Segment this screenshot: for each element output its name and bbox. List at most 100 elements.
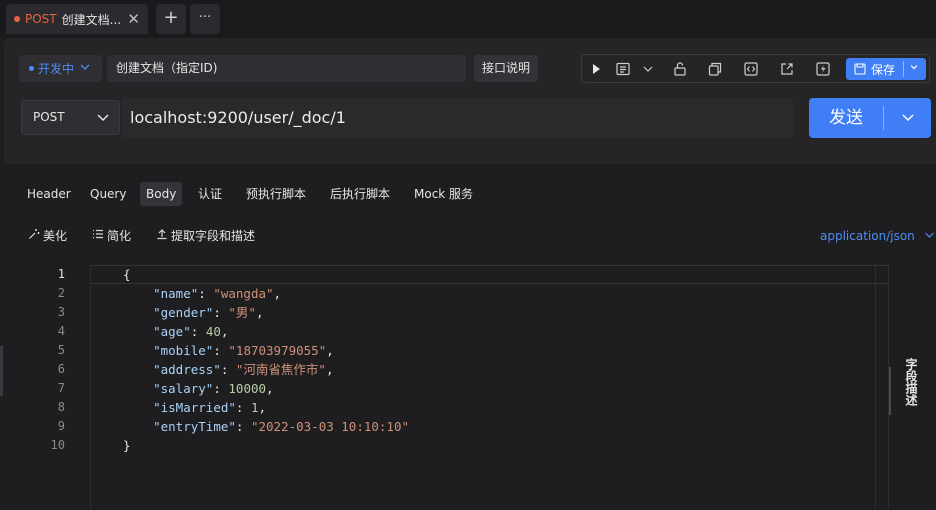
tab-title: 创建文档... [61, 12, 122, 27]
line-number-gutter: 1 2 3 4 5 6 7 8 9 10 [0, 264, 90, 510]
line-number: 10 [50, 438, 65, 452]
chevron-down-icon [96, 101, 110, 147]
tab-post-script[interactable]: 后执行脚本 [324, 182, 396, 206]
status-select[interactable]: 开发中 [19, 55, 102, 82]
extract-fields-button[interactable]: 提取字段和描述 [156, 226, 255, 246]
tab-pre-script[interactable]: 预执行脚本 [240, 182, 312, 206]
json-punctuation: , [258, 400, 267, 415]
json-key: "entryTime" [153, 419, 236, 434]
code-line: "age": 40, [123, 322, 228, 341]
editor-scrollbar[interactable] [875, 264, 889, 510]
tab-body[interactable]: Body [140, 182, 183, 206]
json-key: "gender" [153, 305, 214, 320]
request-toolbar: 保存 [581, 54, 930, 83]
chevron-down-icon[interactable] [640, 61, 656, 77]
json-punctuation: } [123, 438, 131, 453]
json-punctuation: , [326, 343, 334, 358]
code-line: } [123, 436, 131, 455]
status-dot-icon [29, 66, 34, 71]
method-select[interactable]: POST [21, 100, 120, 135]
save-icon [854, 63, 866, 75]
send-button[interactable]: 发送 [809, 98, 931, 138]
unlock-icon[interactable] [672, 61, 688, 77]
json-string: "男" [228, 305, 256, 320]
run-icon[interactable] [588, 61, 604, 77]
json-key: "address" [153, 362, 221, 377]
json-key: "mobile" [153, 343, 214, 358]
tab-auth[interactable]: 认证 [192, 182, 228, 206]
send-dropdown-chevron-icon[interactable] [901, 98, 915, 154]
simplify-label: 简化 [107, 229, 132, 243]
tab-query[interactable]: Query [84, 182, 132, 206]
json-number: 10000 [228, 381, 267, 396]
left-resize-handle[interactable] [0, 346, 3, 396]
share-icon[interactable] [779, 61, 795, 77]
line-number: 7 [57, 381, 65, 395]
url-input[interactable]: localhost:9200/user/_doc/1 [122, 98, 793, 138]
simplify-button[interactable]: 简化 [92, 226, 131, 246]
upload-icon [156, 226, 168, 246]
code-line: "salary": 10000, [123, 379, 274, 398]
current-line-highlight [91, 265, 889, 284]
save-label: 保存 [871, 62, 896, 77]
save-dropdown-chevron-icon[interactable] [909, 58, 919, 80]
status-label: 开发中 [38, 62, 75, 76]
request-name-input[interactable]: 创建文档（指定ID) [107, 55, 466, 82]
tab-mock[interactable]: Mock 服务 [408, 182, 479, 206]
content-type-label: application/json [820, 229, 915, 243]
json-string: "河南省焦作市" [235, 362, 326, 377]
document-icon[interactable] [615, 61, 631, 77]
tab-header[interactable]: Header [21, 182, 77, 206]
flash-icon[interactable] [815, 61, 831, 77]
chevron-down-icon [924, 230, 935, 243]
method-label: POST [33, 110, 65, 124]
field-description-toggle[interactable]: 字段描述 [904, 358, 919, 406]
json-punctuation: , [255, 305, 264, 320]
api-doc-button[interactable]: 接口说明 [474, 55, 538, 82]
send-divider [883, 106, 884, 130]
code-line: "isMarried": 1, [123, 398, 266, 417]
chevron-down-icon [80, 62, 90, 75]
json-punctuation: : [220, 362, 236, 377]
code-area[interactable]: { "name": "wangda", "gender": "男", "age"… [90, 264, 889, 510]
content-type-select[interactable]: application/json [820, 226, 935, 246]
json-string: "2022-03-03 10:10:10" [250, 419, 410, 434]
line-number: 3 [57, 305, 65, 319]
json-punctuation: : [235, 419, 251, 434]
json-key: "salary" [153, 381, 214, 396]
json-key: "age" [153, 324, 191, 339]
code-line: "name": "wangda", [123, 284, 281, 303]
json-punctuation: , [266, 381, 274, 396]
add-tab-button[interactable]: + [156, 4, 186, 34]
line-number: 9 [57, 419, 65, 433]
extract-label: 提取字段和描述 [171, 229, 256, 243]
unsaved-dot-icon [14, 16, 20, 22]
json-key: "isMarried" [153, 400, 236, 415]
list-icon [92, 226, 104, 246]
json-key: "name" [153, 286, 199, 301]
beautify-label: 美化 [43, 229, 68, 243]
line-number: 1 [57, 267, 65, 281]
line-number: 4 [57, 324, 65, 338]
json-punctuation: : [198, 286, 214, 301]
code-icon[interactable] [743, 61, 759, 77]
code-line: { [123, 265, 131, 284]
code-line: "gender": "男", [123, 303, 263, 322]
line-number: 6 [57, 362, 65, 376]
json-punctuation: { [123, 267, 131, 282]
save-button[interactable]: 保存 [846, 58, 926, 80]
request-tab[interactable]: POST 创建文档... ✕ [6, 4, 148, 34]
json-number: 40 [205, 324, 221, 339]
send-label: 发送 [829, 108, 863, 128]
close-icon[interactable]: ✕ [127, 10, 140, 28]
beautify-button[interactable]: 美化 [28, 226, 67, 246]
json-punctuation: : [213, 343, 229, 358]
line-number: 8 [57, 400, 65, 414]
save-divider [903, 61, 904, 77]
panel-resize-handle[interactable] [889, 367, 891, 415]
copy-icon[interactable] [707, 61, 723, 77]
magic-wand-icon [28, 226, 40, 246]
more-tabs-button[interactable]: ··· [190, 4, 220, 34]
code-editor[interactable]: 1 2 3 4 5 6 7 8 9 10 { "name": "wangda", "gender"… [0, 264, 889, 510]
tab-bar: POST 创建文档... ✕ + ··· [0, 0, 936, 38]
